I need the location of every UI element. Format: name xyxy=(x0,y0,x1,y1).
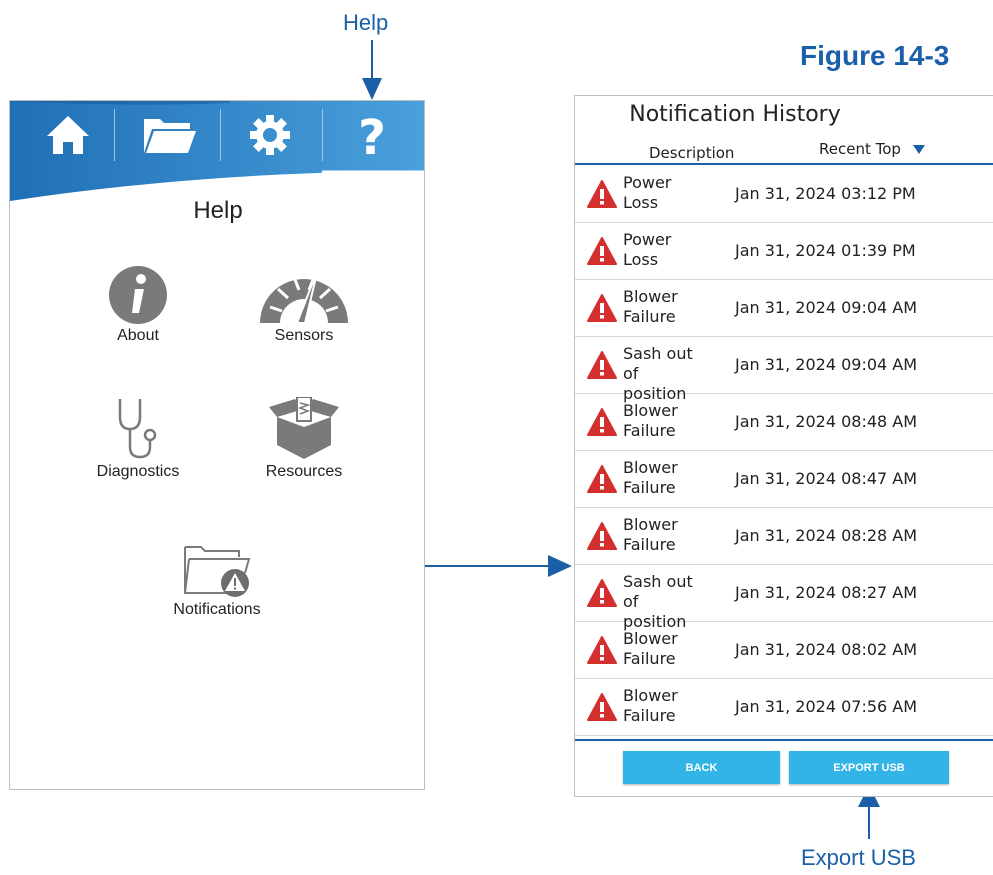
folder-icon xyxy=(144,119,196,153)
help-callout-label: Help xyxy=(343,10,389,35)
notification-row[interactable]: Blower Failure Jan 31, 2024 07:56 AM xyxy=(575,680,993,736)
warning-icon xyxy=(587,465,617,493)
notification-timestamp: Jan 31, 2024 08:48 AM xyxy=(735,412,918,431)
notification-timestamp: Jan 31, 2024 09:04 AM xyxy=(735,298,918,317)
notification-row[interactable]: Blower Failure Jan 31, 2024 08:48 AM xyxy=(575,395,993,451)
stethoscope-icon xyxy=(118,399,157,459)
resources-label: Resources xyxy=(265,463,343,480)
warning-icon xyxy=(587,294,617,322)
notification-description: Power Loss xyxy=(623,230,672,269)
notification-row[interactable]: Power Loss Jan 31, 2024 03:12 PM xyxy=(575,167,993,223)
warning-icon xyxy=(587,180,617,208)
home-icon xyxy=(47,116,89,154)
description-column-header: Description xyxy=(649,144,735,162)
nav-separator xyxy=(322,109,323,161)
notification-description: Blower Failure xyxy=(623,287,678,326)
notifications-label: Notifications xyxy=(173,601,261,618)
notification-row[interactable]: Blower Failure Jan 31, 2024 08:28 AM xyxy=(575,509,993,565)
svg-text:?: ? xyxy=(358,110,386,160)
notification-timestamp: Jan 31, 2024 01:39 PM xyxy=(735,241,916,260)
notification-row[interactable]: Sash out of position Jan 31, 2024 09:04 A… xyxy=(575,338,993,403)
gauge-icon xyxy=(260,268,348,324)
notification-timestamp: Jan 31, 2024 07:56 AM xyxy=(735,697,918,716)
notification-timestamp: Jan 31, 2024 08:28 AM xyxy=(735,526,918,545)
notification-row[interactable]: Blower Failure Jan 31, 2024 09:04 AM xyxy=(575,281,993,337)
gear-icon xyxy=(250,115,290,155)
screen-title: Help xyxy=(193,197,243,224)
notification-row[interactable]: Blower Failure Jan 31, 2024 08:02 AM xyxy=(575,623,993,679)
notification-history-screen: Notification History Description Recent … xyxy=(574,95,993,797)
notification-description: Blower Failure xyxy=(623,686,678,725)
notification-timestamp: Jan 31, 2024 03:12 PM xyxy=(735,184,916,203)
sensors-button[interactable]: Sensors xyxy=(244,247,364,367)
nav-settings-button[interactable] xyxy=(240,105,300,165)
warning-icon xyxy=(587,522,617,550)
triangle-down-icon xyxy=(912,145,925,154)
resources-button[interactable]: Resources xyxy=(244,383,364,503)
nav-home-button[interactable] xyxy=(38,105,98,165)
about-button[interactable]: About xyxy=(78,247,198,367)
warning-icon xyxy=(587,408,617,436)
notification-history-title: Notification History xyxy=(629,102,841,127)
diagnostics-label: Diagnostics xyxy=(96,463,180,480)
notifications-button[interactable]: Notifications xyxy=(157,521,277,641)
warning-icon xyxy=(587,351,617,379)
notification-description: Blower Failure xyxy=(623,458,678,497)
export-usb-button[interactable]: EXPORT USB xyxy=(789,751,949,784)
notification-row[interactable]: Sash out of position Jan 31, 2024 08:27 A… xyxy=(575,566,993,631)
notification-timestamp: Jan 31, 2024 08:47 AM xyxy=(735,469,918,488)
notification-description: Blower Failure xyxy=(623,401,678,440)
nav-separator xyxy=(114,109,115,161)
notification-timestamp: Jan 31, 2024 08:27 AM xyxy=(735,583,918,602)
export-usb-callout-label: Export USB xyxy=(801,845,916,870)
back-button[interactable]: BACK xyxy=(623,751,780,784)
warning-icon xyxy=(587,636,617,664)
notification-description: Blower Failure xyxy=(623,515,678,554)
figure-label: Figure 14-3 xyxy=(800,40,950,71)
warning-icon xyxy=(587,579,617,607)
warning-icon xyxy=(587,693,617,721)
sort-column-header[interactable]: Recent Top xyxy=(819,140,926,158)
nav-help-button[interactable]: ? xyxy=(342,105,402,165)
warning-icon xyxy=(587,237,617,265)
info-icon xyxy=(109,266,167,324)
nav-separator xyxy=(220,109,221,161)
notification-description: Blower Failure xyxy=(623,629,678,668)
notification-timestamp: Jan 31, 2024 09:04 AM xyxy=(735,355,918,374)
help-screen: ? Help About Sensors Diagnostics Resourc… xyxy=(9,100,425,790)
sort-label: Recent Top xyxy=(819,140,901,158)
header-divider xyxy=(575,163,993,165)
diagnostics-button[interactable]: Diagnostics xyxy=(78,383,198,503)
notification-description: Power Loss xyxy=(623,173,672,212)
about-label: About xyxy=(117,327,159,344)
folder-warning-icon xyxy=(184,546,251,597)
notification-row[interactable]: Power Loss Jan 31, 2024 01:39 PM xyxy=(575,224,993,280)
sensors-label: Sensors xyxy=(274,327,334,344)
notification-timestamp: Jan 31, 2024 08:02 AM xyxy=(735,640,918,659)
notification-row[interactable]: Blower Failure Jan 31, 2024 08:47 AM xyxy=(575,452,993,508)
help-callout-arrow xyxy=(362,40,382,100)
footer-divider xyxy=(575,739,993,741)
box-icon xyxy=(269,397,339,459)
question-icon: ? xyxy=(358,110,386,160)
nav-files-button[interactable] xyxy=(140,105,200,165)
